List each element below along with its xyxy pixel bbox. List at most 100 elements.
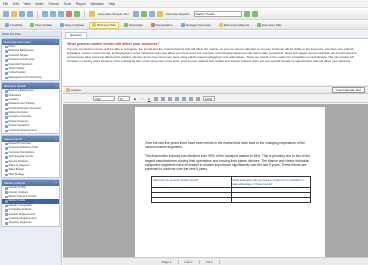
- menu-view[interactable]: View: [24, 2, 31, 6]
- nav-back-icon[interactable]: [243, 11, 250, 17]
- sidebar-item[interactable]: Customer Requirements: [2, 129, 59, 133]
- align-right-icon[interactable]: [168, 96, 172, 101]
- tab-timemap[interactable]: TimeMap: [2, 22, 25, 29]
- chart-icon[interactable]: [140, 11, 147, 17]
- generate-reports-icon[interactable]: [156, 11, 163, 17]
- strategic-icon: [180, 23, 185, 27]
- sidebar-section: Sales Actions ˄ Research Overview Strategic…: [1, 135, 60, 179]
- undo-icon[interactable]: [66, 11, 72, 17]
- zoom-select[interactable]: 100%: [203, 96, 215, 101]
- topic-icon: [5, 116, 8, 119]
- sidebar-item[interactable]: Management and Ownership: [2, 76, 59, 80]
- topic-icon: [5, 217, 8, 221]
- tab-label: Business Plan: [97, 23, 117, 27]
- executive-icon: [257, 23, 262, 27]
- italic-icon[interactable]: I: [140, 97, 144, 101]
- easy-interface-icon: [59, 23, 64, 27]
- topic-icon: [5, 129, 8, 133]
- table-header-trends[interactable]: What are the general market trends?: [151, 176, 232, 189]
- table-cell[interactable]: [230, 197, 311, 204]
- topic-icon: [5, 169, 8, 172]
- menu-file[interactable]: File: [3, 2, 8, 6]
- menu-windows[interactable]: Windows: [91, 2, 104, 6]
- menu-format[interactable]: Format: [48, 2, 58, 6]
- underline-icon[interactable]: U: [147, 97, 151, 101]
- sidebar-item[interactable]: SEO Strategy: [2, 173, 59, 177]
- redo-icon[interactable]: [74, 11, 80, 17]
- sidebar-item-label: Targeting Segments: [8, 221, 32, 225]
- save-icon[interactable]: [19, 11, 25, 17]
- document-page[interactable]: Over the last five years there have been…: [135, 107, 325, 257]
- question-panel: What general market trends will affect y…: [63, 38, 368, 85]
- new-icon[interactable]: [3, 11, 9, 17]
- align-left-icon[interactable]: [154, 96, 158, 101]
- insert-sample-text-button[interactable]: Insert Sample Text: [332, 87, 365, 93]
- answer-label: Answer: [71, 88, 82, 92]
- cut-icon[interactable]: [42, 11, 48, 17]
- paste-icon[interactable]: [58, 11, 64, 17]
- numbering-icon[interactable]: [189, 96, 193, 101]
- tab-label: Plan Update: [35, 23, 52, 27]
- topic-icon: [5, 50, 8, 53]
- main-editor: Question What general market trends will…: [63, 31, 368, 265]
- tab-label: Reference Material: [223, 23, 250, 27]
- timemap-icon: [5, 23, 9, 27]
- table-icon[interactable]: [196, 96, 200, 101]
- align-center-icon[interactable]: [161, 96, 165, 101]
- tab-executive-plan[interactable]: Executive Plan: [254, 22, 285, 29]
- table-icon[interactable]: [148, 11, 155, 17]
- sidebar-section: Market Analysis ˄ Industry Profile Industry…: [1, 179, 60, 227]
- font-select[interactable]: Arial: [93, 96, 115, 101]
- plan-topic-select[interactable]: Market Trends: [193, 11, 242, 17]
- topic-icon: [5, 76, 8, 80]
- tab-label: Executive Plan: [262, 23, 282, 27]
- menu-bar: File Edit View Insert Format Tools Repor…: [0, 0, 368, 8]
- collapse-icon[interactable]: ˄: [55, 180, 57, 186]
- table-cell[interactable]: [151, 197, 232, 204]
- collapse-icon[interactable]: ˄: [55, 83, 57, 89]
- topic-icon: [5, 90, 8, 93]
- tab-easy-interface[interactable]: Easy Interface: [57, 22, 87, 29]
- generate-reports-button[interactable]: Generate Reports: [166, 12, 190, 16]
- topic-icon: [5, 120, 8, 124]
- trends-table[interactable]: What are the general market trends? What…: [151, 176, 311, 204]
- menu-insert[interactable]: Insert: [36, 2, 44, 6]
- collapse-icon[interactable]: ˄: [55, 136, 57, 142]
- menu-tools[interactable]: Tools: [64, 2, 71, 6]
- tab-business-plan[interactable]: Business Plan: [89, 21, 120, 29]
- menu-help[interactable]: Help: [109, 2, 116, 6]
- font-size-select[interactable]: 10: [118, 96, 130, 101]
- answer-tab[interactable]: Answer: [66, 88, 81, 92]
- sidebar-section: Business Details ˄ Business Background Oper…: [1, 82, 60, 135]
- table-header-strategies[interactable]: What strategies will you need to impleme…: [230, 176, 311, 189]
- spellcheck-icon[interactable]: [132, 11, 139, 17]
- status-line: Line 1: [179, 259, 200, 264]
- sample-text-button[interactable]: Automatic Sample Text: [98, 12, 129, 16]
- menu-edit[interactable]: Edit: [13, 2, 19, 6]
- document-area: Over the last five years there have been…: [63, 104, 368, 257]
- topic-icon: [5, 151, 8, 155]
- nav-forward-icon[interactable]: [251, 11, 258, 17]
- menu-report[interactable]: Report: [76, 2, 86, 6]
- tab-strategic-overview[interactable]: Strategic Overview: [178, 22, 214, 29]
- bold-icon[interactable]: B: [133, 97, 137, 101]
- copy-icon[interactable]: [50, 11, 56, 17]
- topic-icon: [5, 59, 8, 62]
- topic-icon: [5, 103, 8, 106]
- collapse-icon[interactable]: ˄: [55, 39, 57, 45]
- open-icon[interactable]: [11, 11, 17, 17]
- bullets-icon[interactable]: [182, 96, 186, 101]
- topic-icon: [5, 209, 8, 212]
- print-icon[interactable]: [27, 11, 33, 17]
- sidebar-item[interactable]: Targeting Segments: [2, 221, 59, 225]
- tab-plan-update[interactable]: Plan Update: [27, 22, 55, 29]
- sample-text-icon[interactable]: [89, 11, 95, 17]
- status-page: Page 1: [156, 259, 179, 264]
- sidebar-title: Write the Plan: [0, 31, 61, 37]
- tab-financials[interactable]: Financials: [121, 22, 146, 29]
- justify-icon[interactable]: [175, 96, 179, 101]
- module-tabs: TimeMap Plan Update Easy Interface Busin…: [0, 21, 368, 30]
- tab-reference-material[interactable]: Reference Material: [216, 22, 252, 29]
- tab-presentation[interactable]: Presentation: [148, 22, 176, 29]
- topic-icon: [5, 200, 8, 203]
